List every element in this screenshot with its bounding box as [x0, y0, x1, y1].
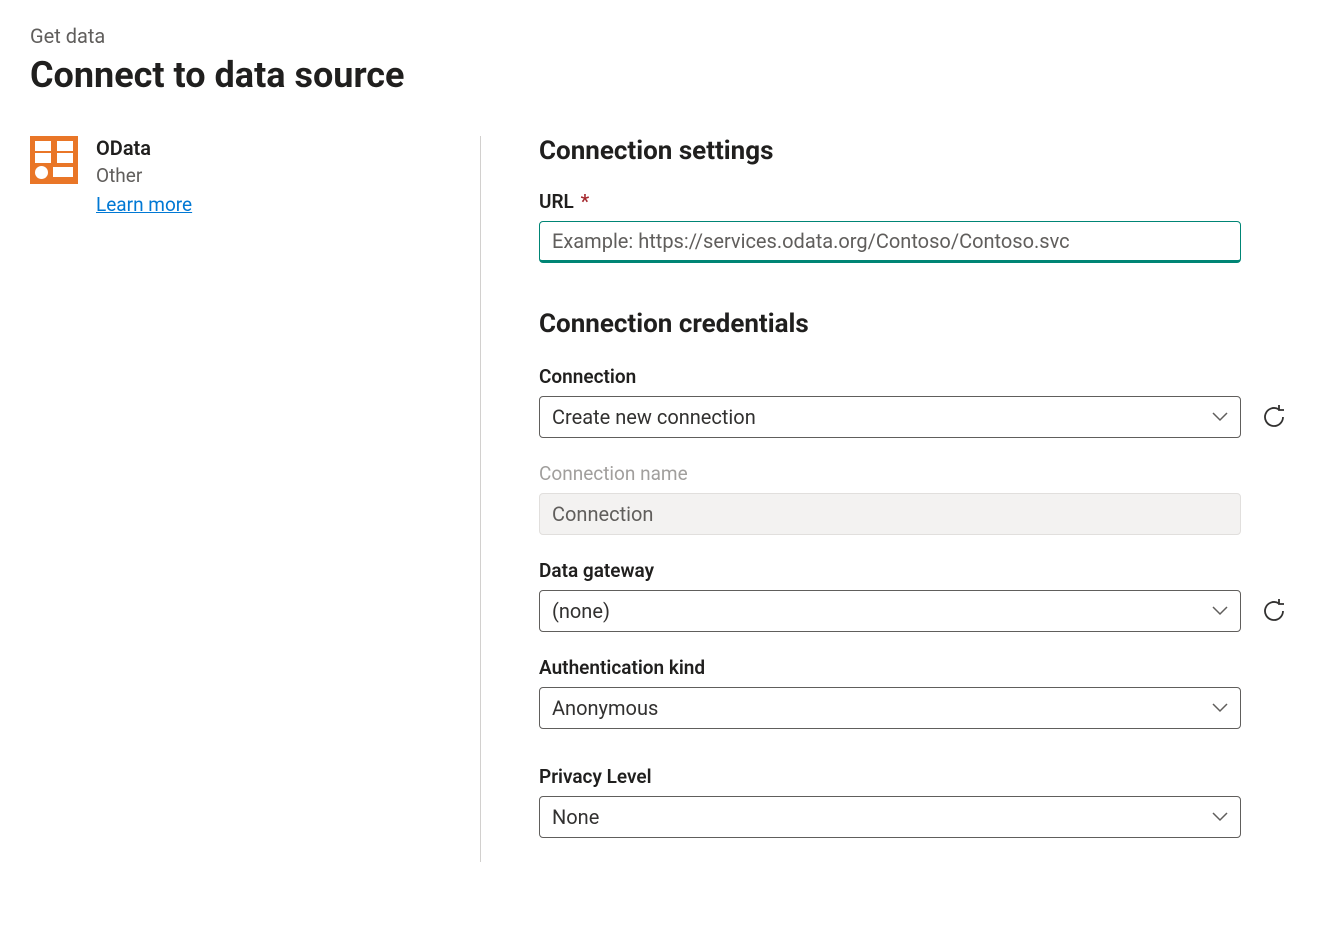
page-title: Connect to data source — [30, 54, 1306, 96]
connection-name-input — [539, 493, 1241, 535]
data-gateway-select-value: (none) — [552, 599, 610, 623]
privacy-level-select[interactable]: None — [539, 796, 1241, 838]
gateway-refresh-button[interactable] — [1259, 596, 1289, 626]
connection-refresh-button[interactable] — [1259, 402, 1289, 432]
data-gateway-label: Data gateway — [539, 559, 1306, 582]
connector-category: Other — [96, 164, 192, 187]
privacy-level-label: Privacy Level — [539, 765, 1306, 788]
chevron-down-icon — [1212, 606, 1228, 616]
connection-credentials-heading: Connection credentials — [539, 309, 1306, 339]
breadcrumb: Get data — [30, 24, 1306, 48]
learn-more-link[interactable]: Learn more — [96, 193, 192, 216]
vertical-divider — [480, 136, 481, 862]
connection-label: Connection — [539, 365, 1306, 388]
connection-name-label: Connection name — [539, 462, 1306, 485]
odata-connector-icon — [30, 136, 78, 184]
chevron-down-icon — [1212, 703, 1228, 713]
authentication-kind-select-value: Anonymous — [552, 696, 658, 720]
url-label-text: URL — [539, 190, 574, 213]
url-input[interactable] — [539, 221, 1241, 263]
data-gateway-select[interactable]: (none) — [539, 590, 1241, 632]
required-indicator: * — [581, 190, 590, 213]
chevron-down-icon — [1212, 812, 1228, 822]
chevron-down-icon — [1212, 412, 1228, 422]
connector-name: OData — [96, 136, 192, 160]
privacy-level-select-value: None — [552, 805, 599, 829]
connection-settings-heading: Connection settings — [539, 136, 1306, 166]
authentication-kind-select[interactable]: Anonymous — [539, 687, 1241, 729]
refresh-icon — [1261, 598, 1287, 624]
connection-select-value: Create new connection — [552, 405, 756, 429]
refresh-icon — [1261, 404, 1287, 430]
authentication-kind-label: Authentication kind — [539, 656, 1306, 679]
url-label: URL * — [539, 190, 1306, 213]
connection-select[interactable]: Create new connection — [539, 396, 1241, 438]
